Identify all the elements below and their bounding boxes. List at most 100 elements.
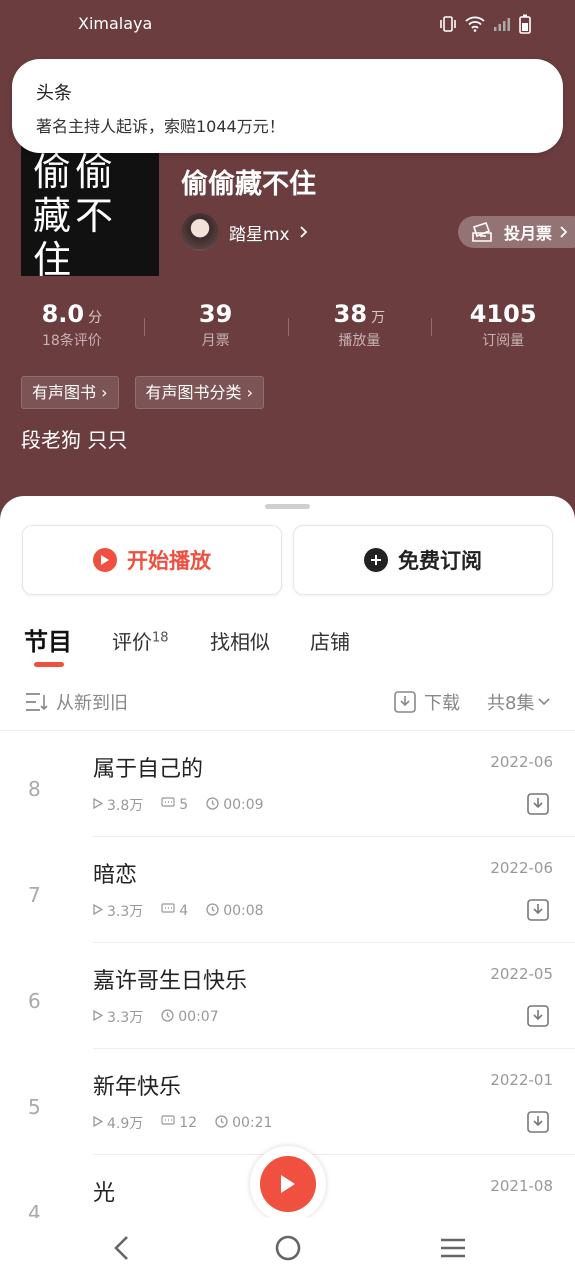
tab-label: 店铺	[310, 630, 350, 654]
drag-handle[interactable]	[265, 504, 310, 509]
duration: 00:07	[161, 1008, 219, 1026]
home-icon[interactable]	[274, 1234, 302, 1262]
menu-icon[interactable]	[439, 1234, 467, 1262]
episode-title[interactable]: 嘉许哥生日快乐	[93, 963, 247, 995]
play-count-text: 4.9万	[107, 1116, 144, 1132]
stat-monthly-tickets[interactable]: 39 月票	[143, 300, 288, 360]
status-icons	[439, 14, 531, 34]
episode-date: 2022-06	[490, 859, 553, 877]
tag-label: 有声图书分类	[145, 383, 242, 402]
episode-download-icon[interactable]	[527, 1005, 549, 1031]
download-button[interactable]: 下载	[394, 689, 460, 715]
duration: 00:21	[215, 1114, 272, 1132]
download-icon	[394, 691, 416, 713]
episode-download-icon[interactable]	[527, 899, 549, 925]
stat-plays: 38 万 播放量	[287, 300, 432, 360]
tab-episodes[interactable]: 节目	[24, 622, 72, 657]
tab-indicator	[34, 662, 64, 667]
play-icon	[260, 1156, 316, 1212]
comment-count: 12	[161, 1115, 197, 1131]
tab-label: 节目	[24, 628, 72, 656]
episode-total-dropdown[interactable]: 共8集	[487, 689, 551, 715]
play-count-icon	[93, 797, 104, 813]
stat-plays-unit: 万	[371, 310, 386, 326]
duration-text: 00:08	[223, 903, 264, 919]
episode-row[interactable]: 5 新年快乐 2022-01 4.9万 12 00:21	[0, 1049, 575, 1155]
sort-order-button[interactable]: 从新到旧	[24, 689, 128, 715]
episode-total-label: 共8集	[487, 693, 535, 714]
vote-monthly-ticket-button[interactable]: 投月票	[458, 216, 575, 248]
tab-label: 找相似	[210, 630, 270, 654]
play-count-icon	[93, 1009, 104, 1025]
tag-audiobook[interactable]: 有声图书 ›	[21, 376, 119, 409]
stat-rating-label: 18条评价	[41, 333, 102, 349]
vote-label: 投月票	[504, 224, 553, 243]
episode-title[interactable]: 光	[93, 1175, 115, 1207]
cover-text-line-2: 藏不住	[33, 194, 118, 282]
ticket-icon	[472, 221, 492, 242]
subscribe-button[interactable]: 免费订阅	[293, 525, 553, 595]
sort-icon	[26, 693, 48, 711]
episode-row[interactable]: 7 暗恋 2022-06 3.3万 4 00:08	[0, 837, 575, 943]
stat-subs-value: 4105	[469, 300, 537, 328]
stat-rating[interactable]: 8.0 分 18条评价	[0, 300, 144, 360]
content-sheet: 开始播放 免费订阅 节目 评价18 找相似 店铺 从新到旧 下载 共8集 8 属于…	[0, 496, 575, 1280]
episode-date: 2022-05	[490, 965, 553, 983]
battery-icon	[519, 14, 531, 34]
episode-row[interactable]: 8 属于自己的 2022-06 3.8万 5 00:09	[0, 731, 575, 837]
start-play-label: 开始播放	[127, 549, 211, 573]
tab-shop[interactable]: 店铺	[310, 626, 350, 655]
start-play-button[interactable]: 开始播放	[22, 525, 282, 595]
stat-tickets-label: 月票	[201, 333, 230, 349]
duration-text: 00:07	[178, 1009, 219, 1025]
tab-reviews[interactable]: 评价18	[112, 626, 169, 655]
album-stats: 8.0 分 18条评价 39 月票 38 万 播放量 4105 订阅量	[0, 300, 575, 360]
tag-audiobook-category[interactable]: 有声图书分类 ›	[134, 376, 264, 409]
author-link[interactable]: 踏星mx	[181, 213, 308, 251]
clock-icon	[206, 796, 219, 814]
back-icon[interactable]	[112, 1234, 132, 1262]
tab-similar[interactable]: 找相似	[210, 626, 270, 655]
floating-play-button[interactable]	[250, 1146, 326, 1222]
avatar[interactable]	[181, 213, 219, 251]
duration: 00:09	[206, 796, 264, 814]
duration-text: 00:09	[223, 797, 264, 813]
stat-rating-unit: 分	[88, 310, 103, 326]
play-count: 3.8万	[93, 795, 143, 815]
comment-count: 4	[161, 903, 188, 919]
chevron-right-icon	[299, 226, 307, 238]
cover-text-line-1: 偷偷	[33, 150, 118, 194]
play-count-text: 3.8万	[107, 798, 144, 814]
play-count-text: 3.3万	[107, 1010, 144, 1026]
play-count-icon	[93, 1115, 104, 1131]
episode-title[interactable]: 属于自己的	[93, 751, 203, 783]
episode-download-icon[interactable]	[527, 793, 549, 819]
sort-bar: 从新到旧 下载 共8集	[0, 685, 575, 725]
episode-date: 2022-06	[490, 753, 553, 771]
episode-date: 2021-08	[490, 1177, 553, 1195]
stat-rating-value: 8.0	[41, 300, 85, 328]
author-name[interactable]: 踏星mx	[229, 220, 290, 245]
episode-title[interactable]: 暗恋	[93, 857, 137, 889]
notification-title: 头条	[36, 83, 72, 104]
tab-badge: 18	[152, 630, 169, 646]
comment-count-text: 4	[179, 903, 189, 919]
episode-meta: 3.3万 00:07	[93, 1007, 219, 1027]
episode-number: 5	[28, 1095, 41, 1119]
vibrate-icon	[440, 16, 456, 32]
plus-icon	[364, 548, 388, 572]
episode-date: 2022-01	[490, 1071, 553, 1089]
status-app-name: Ximalaya	[78, 14, 153, 33]
episode-download-icon[interactable]	[527, 1111, 549, 1137]
download-label: 下载	[424, 693, 460, 714]
notification-banner[interactable]: 头条 著名主持人起诉，索赔1044万元！	[12, 59, 563, 153]
tag-label: 有声图书	[32, 383, 97, 402]
tag-list: 有声图书 › 有声图书分类 ›	[21, 376, 264, 409]
subscribe-label: 免费订阅	[398, 549, 482, 573]
episode-title[interactable]: 新年快乐	[93, 1069, 181, 1101]
album-description: 段老狗 只只	[21, 428, 128, 452]
episode-row[interactable]: 6 嘉许哥生日快乐 2022-05 3.3万 00:07	[0, 943, 575, 1049]
wifi-icon	[465, 16, 485, 32]
stat-tickets-value: 39	[198, 300, 233, 328]
tab-label: 评价	[112, 630, 152, 654]
